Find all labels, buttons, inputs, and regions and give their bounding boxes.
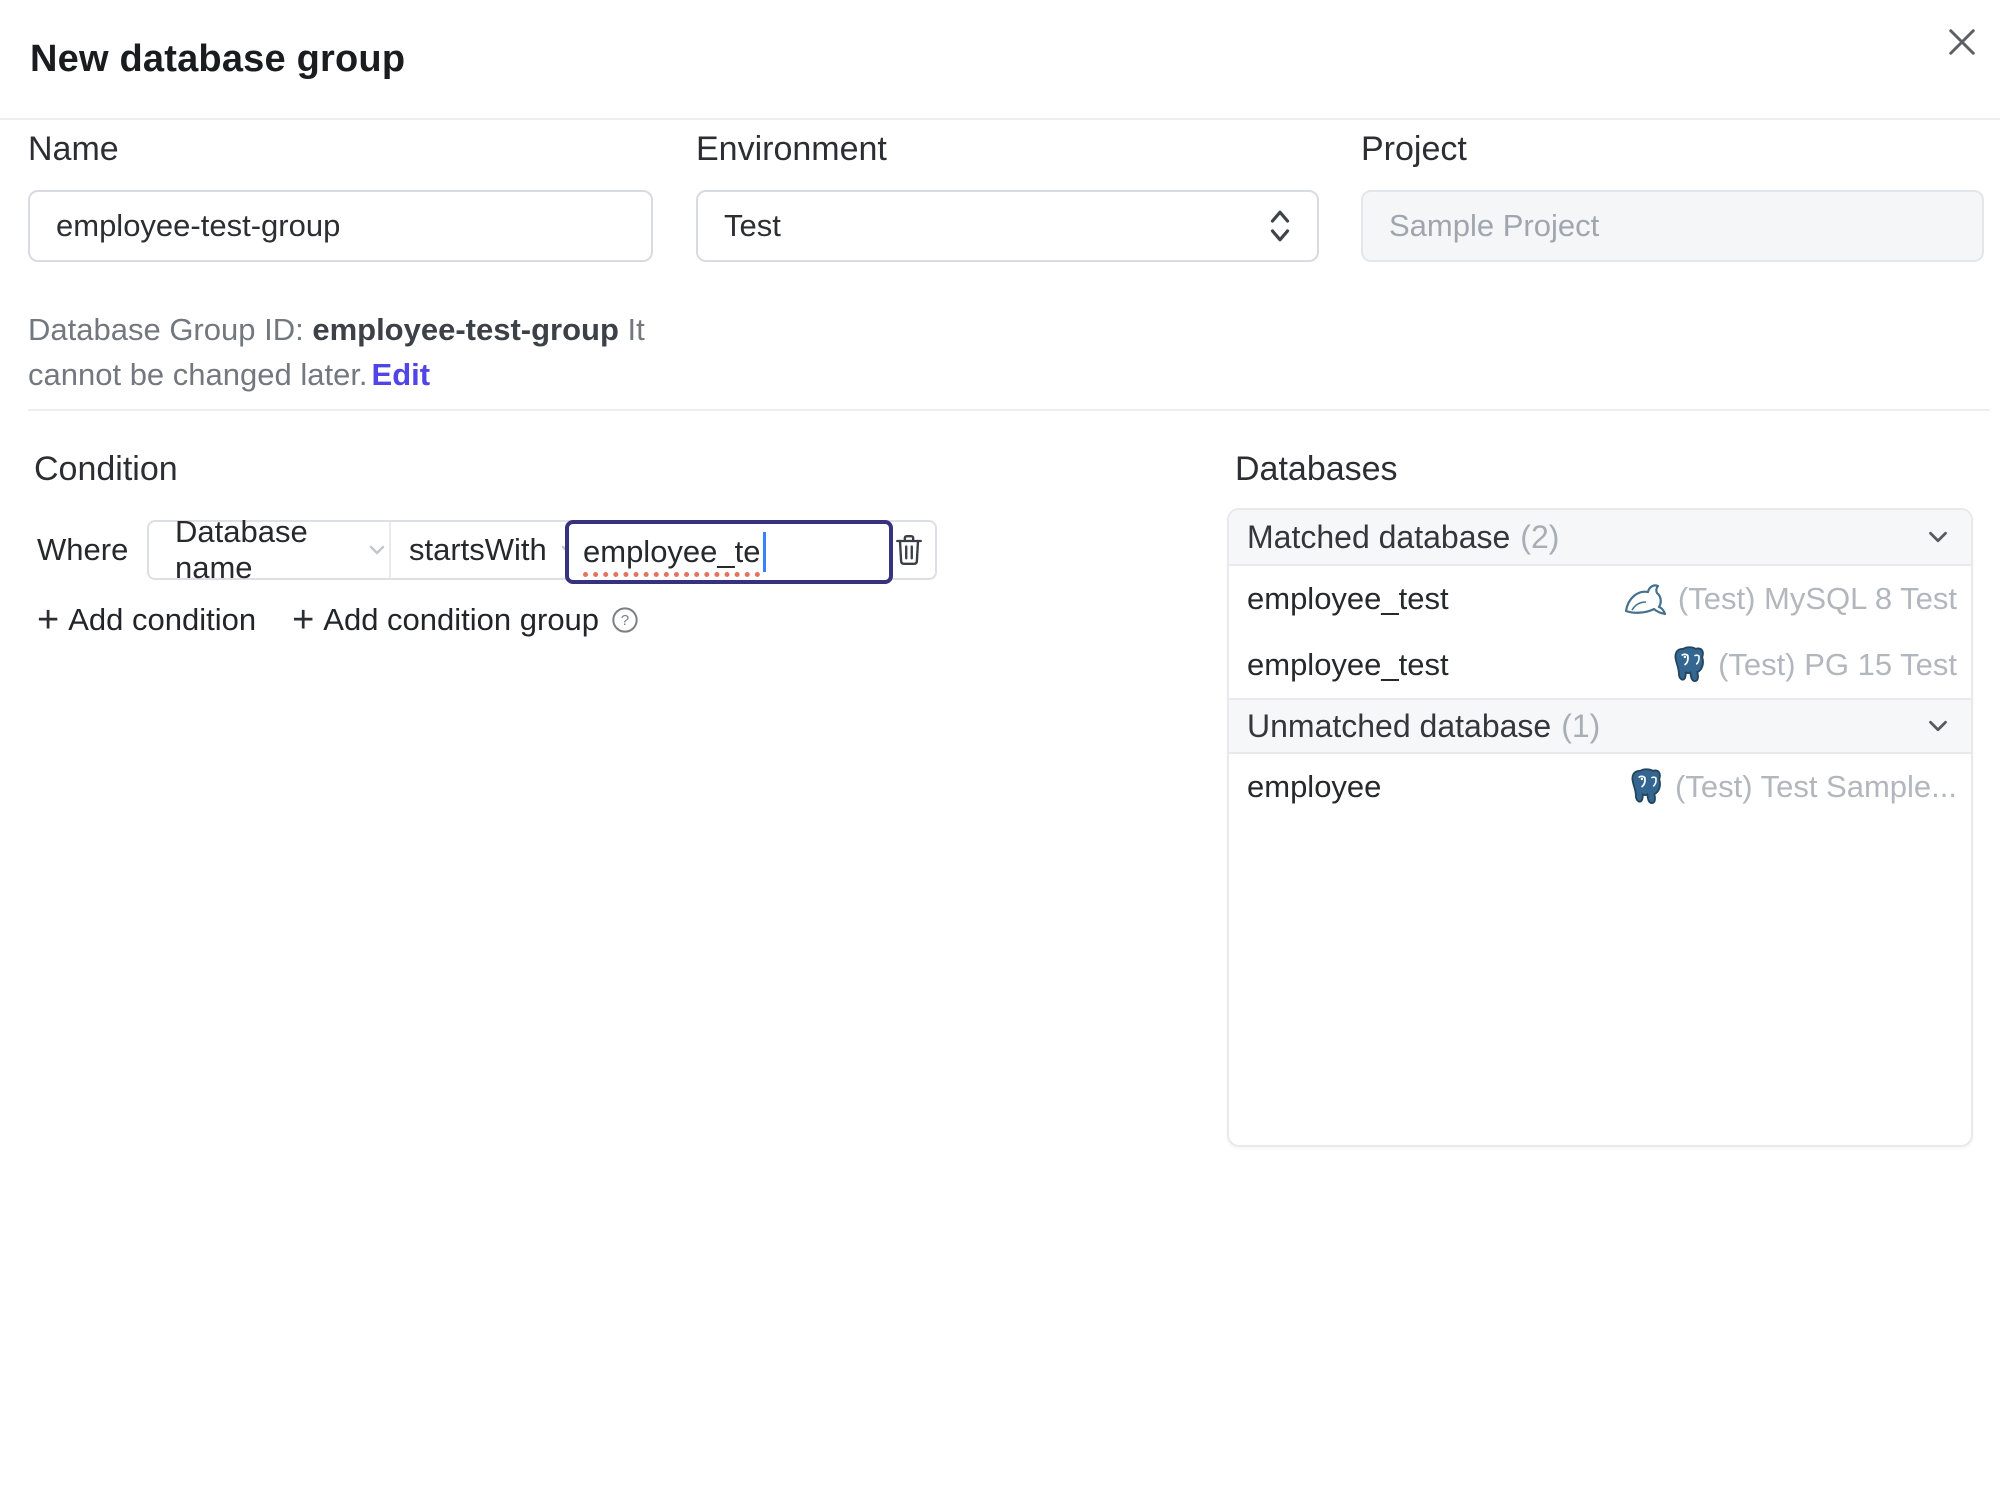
database-name: employee_test [1247,647,1449,682]
help-icon[interactable]: ? [611,606,639,634]
edit-link[interactable]: Edit [372,357,431,392]
project-label: Project [1361,130,1467,168]
chevron-down-icon [1923,522,1953,552]
project-select-disabled: Sample Project [1361,190,1984,262]
dialog-header: New database group [0,0,2000,120]
database-row: employee (Test) Test Sample... [1229,754,1971,820]
chevron-up-down-icon [1265,206,1295,246]
databases-heading: Databases [1235,450,1398,488]
name-input[interactable] [30,208,651,244]
database-name: employee [1247,769,1382,804]
postgresql-icon [1672,645,1708,685]
add-condition-button[interactable]: + Add condition [37,601,256,639]
environment-value: Test [724,208,781,243]
instance-info: (Test) Test Sample... [1629,767,1957,807]
database-name: employee_test [1247,581,1449,616]
new-database-group-dialog: New database group Name Environment Proj… [0,0,2000,1500]
chevron-down-icon [365,538,389,562]
condition-operator-select[interactable]: startsWith [391,522,576,578]
plus-icon: + [292,599,315,641]
database-row: employee_test (Test) PG 15 Test [1229,632,1971,698]
name-field [28,190,653,262]
condition-row: Database name startsWith employee_te [147,514,937,585]
condition-actions: + Add condition + Add condition group ? [37,601,639,639]
svg-text:?: ? [621,612,629,629]
condition-value-input[interactable]: employee_te [565,520,893,584]
trash-icon [892,532,926,568]
plus-icon: + [37,599,60,641]
condition-field-select[interactable]: Database name [149,514,391,585]
database-row: employee_test (Test) MySQL 8 Test [1229,566,1971,632]
add-condition-group-button[interactable]: + Add condition group ? [292,601,639,639]
instance-info: (Test) PG 15 Test [1672,645,1957,685]
page-title: New database group [30,37,406,80]
section-divider [28,409,1990,411]
name-label: Name [28,130,119,168]
instance-info: (Test) MySQL 8 Test [1622,581,1957,617]
close-button[interactable] [1938,18,1986,66]
group-id-value: employee-test-group [312,312,619,347]
project-value: Sample Project [1389,208,1600,243]
where-label: Where [37,532,129,567]
text-cursor [762,532,766,572]
environment-select[interactable]: Test [696,190,1319,262]
postgresql-icon [1629,767,1665,807]
close-icon [1942,22,1982,62]
chevron-down-icon [1923,711,1953,741]
group-id-helper: Database Group ID: employee-test-group I… [28,312,645,392]
unmatched-database-header[interactable]: Unmatched database (1) [1229,698,1971,754]
condition-heading: Condition [34,450,178,488]
environment-label: Environment [696,130,887,168]
matched-database-header[interactable]: Matched database (2) [1229,510,1971,566]
delete-condition-button[interactable] [883,522,935,578]
databases-panel: Matched database (2) employee_test (Test… [1227,508,1973,1147]
mysql-icon [1622,581,1668,617]
